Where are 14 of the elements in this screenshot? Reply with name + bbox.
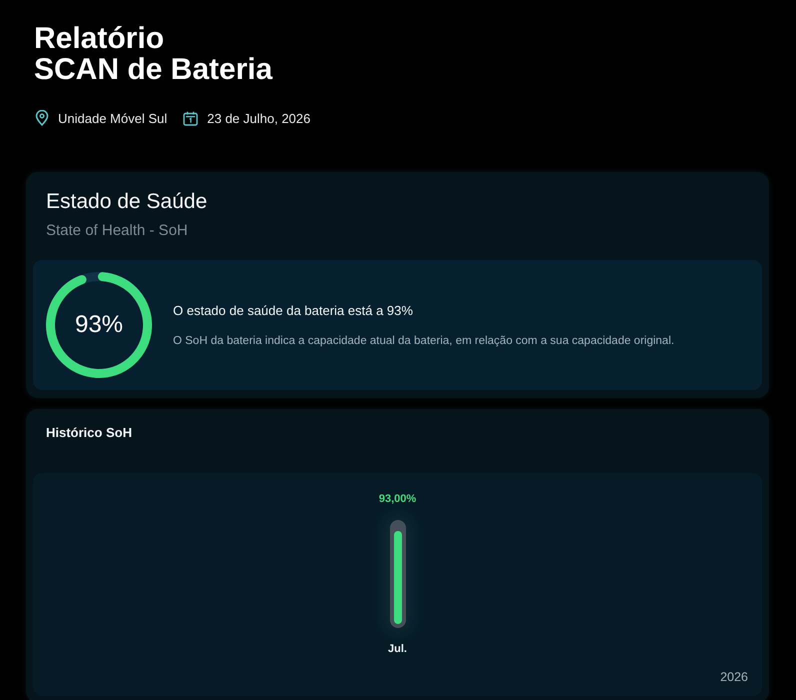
health-headline: O estado de saúde da bateria está a 93% [173, 302, 414, 318]
report-date: 23 de Julho, 2026 [207, 110, 310, 126]
gauge-reading: 93% [74, 311, 124, 339]
location-pin-icon [35, 110, 49, 126]
bar-month-label: Jul. [388, 642, 407, 656]
bar-value-label: 93,00% [378, 492, 416, 506]
card-title: Histórico SoH [46, 425, 133, 441]
report-title: Relatório SCAN de Bateria [34, 23, 274, 85]
health-description: O SoH da bateria indica a capacidade atual da bateria, em relação com a sua capacidade original. [173, 334, 674, 348]
calendar-icon [183, 110, 198, 126]
card-subtitle: State of Health - SoH [46, 222, 189, 240]
location-label: Unidade Móvel Sul [58, 110, 168, 126]
year-label: 2026 [720, 670, 748, 685]
card-title: Estado de Saúde [46, 189, 208, 215]
